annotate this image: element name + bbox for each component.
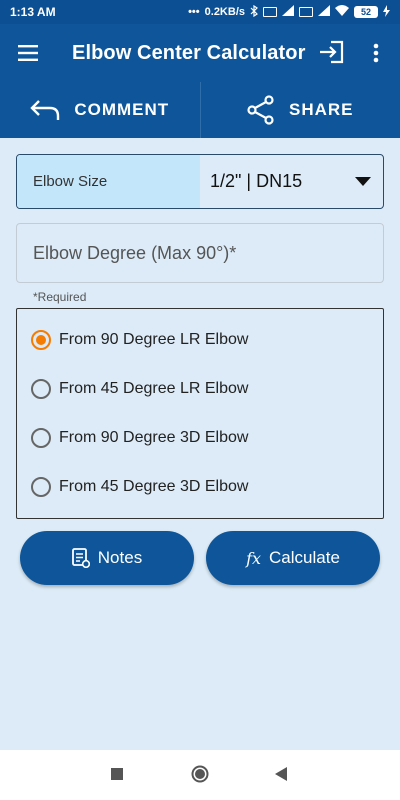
share-button[interactable]: SHARE (201, 82, 400, 138)
recents-button[interactable] (110, 767, 124, 786)
system-nav-bar (0, 750, 400, 800)
dots-icon: ••• (188, 6, 200, 18)
comment-button[interactable]: COMMENT (0, 82, 200, 138)
share-label: SHARE (288, 100, 354, 119)
status-bar: 1:13 AM ••• 0.2KB/s 52 (0, 0, 400, 24)
square-icon (111, 768, 123, 780)
required-helper: *Required (33, 290, 87, 304)
dropdown-arrow-icon[interactable] (343, 155, 383, 208)
more-vert-icon (373, 43, 379, 63)
elbow-degree-input[interactable]: Elbow Degree (Max 90°)* (16, 223, 384, 283)
radio-label: From 90 Degree 3D Elbow (59, 429, 249, 446)
notes-label: Notes (97, 548, 143, 567)
radio-unchecked-icon[interactable] (31, 379, 51, 399)
status-time: 1:13 AM (10, 5, 56, 19)
radio-checked-icon[interactable] (31, 330, 51, 350)
reply-icon (30, 100, 60, 120)
volte-icon (263, 7, 277, 17)
share-icon (247, 95, 274, 125)
menu-button[interactable] (0, 24, 56, 82)
radio-option-90-lr[interactable]: From 90 Degree LR Elbow (31, 325, 248, 355)
bluetooth-icon (250, 4, 258, 20)
hamburger-icon (18, 45, 38, 61)
radio-label: From 90 Degree LR Elbow (59, 331, 249, 348)
signal-icon (282, 5, 294, 19)
app-bar: Elbow Center Calculator (0, 24, 400, 82)
battery-icon: 52 (354, 6, 378, 18)
radio-option-45-3d[interactable]: From 45 Degree 3D Elbow (31, 472, 248, 502)
radio-unchecked-icon[interactable] (31, 428, 51, 448)
circle-icon (191, 765, 209, 783)
radio-label: From 45 Degree LR Elbow (59, 380, 249, 397)
function-icon: fx (246, 548, 262, 568)
charging-icon (383, 4, 390, 20)
radio-label: From 45 Degree 3D Elbow (59, 478, 249, 495)
notes-button[interactable]: Notes (20, 531, 194, 585)
radio-option-45-lr[interactable]: From 45 Degree LR Elbow (31, 374, 248, 404)
elbow-size-label: Elbow Size (17, 155, 200, 208)
action-bar: COMMENT SHARE (0, 82, 400, 138)
calculate-label: Calculate (269, 548, 340, 567)
radio-unchecked-icon[interactable] (31, 477, 51, 497)
elbow-size-select[interactable]: Elbow Size 1/2" | DN15 (16, 154, 384, 209)
home-button[interactable] (191, 765, 209, 788)
app-title: Elbow Center Calculator (72, 41, 306, 64)
back-button[interactable] (275, 767, 288, 786)
notes-icon (71, 548, 90, 568)
volte-icon-2 (299, 7, 313, 17)
net-speed: 0.2KB/s (204, 6, 245, 18)
wifi-icon (335, 5, 349, 19)
signal-icon-2 (318, 5, 330, 19)
elbow-type-radio-group: From 90 Degree LR Elbow From 45 Degree L… (16, 308, 384, 519)
more-options-button[interactable] (364, 40, 388, 66)
calculate-button[interactable]: fx Calculate (206, 531, 380, 585)
triangle-back-icon (275, 767, 287, 781)
login-button[interactable] (318, 40, 348, 66)
login-icon (320, 40, 344, 64)
status-indicators: ••• 0.2KB/s 52 (188, 4, 390, 20)
elbow-size-value: 1/2" | DN15 (210, 171, 303, 191)
radio-option-90-3d[interactable]: From 90 Degree 3D Elbow (31, 423, 248, 453)
comment-label: COMMENT (74, 100, 170, 119)
